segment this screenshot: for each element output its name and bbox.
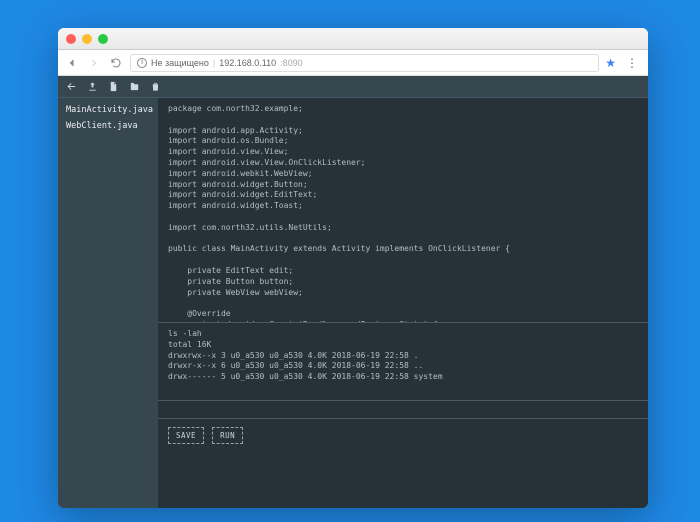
- right-column: package com.north32.example; import andr…: [158, 76, 648, 508]
- macos-titlebar: [58, 28, 648, 50]
- command-input[interactable]: [158, 401, 648, 418]
- minimize-window-button[interactable]: [82, 34, 92, 44]
- back-icon[interactable]: [66, 81, 77, 92]
- info-icon: i: [137, 58, 147, 68]
- editor-toolbar-spacer: [158, 76, 648, 98]
- close-window-button[interactable]: [66, 34, 76, 44]
- command-input-row: [158, 401, 648, 419]
- browser-toolbar: i Не защищено | 192.168.0.110:8090 ★ ⋮: [58, 50, 648, 76]
- action-buttons: SAVE RUN: [158, 419, 648, 508]
- maximize-window-button[interactable]: [98, 34, 108, 44]
- url-port: :8090: [280, 58, 303, 68]
- new-file-icon[interactable]: [108, 81, 119, 92]
- app-content: MainActivity.java WebClient.java package…: [58, 76, 648, 508]
- left-column: MainActivity.java WebClient.java: [58, 76, 158, 508]
- security-label: Не защищено: [151, 58, 209, 68]
- back-button[interactable]: [64, 55, 80, 71]
- file-item-webclient[interactable]: WebClient.java: [58, 118, 158, 134]
- browser-menu-icon[interactable]: ⋮: [622, 56, 642, 70]
- file-item-mainactivity[interactable]: MainActivity.java: [58, 102, 158, 118]
- terminal-output: ls -lah total 16K drwxrwx--x 3 u0_a530 u…: [158, 323, 648, 401]
- browser-window: i Не защищено | 192.168.0.110:8090 ★ ⋮ M…: [58, 28, 648, 508]
- bookmark-star-icon[interactable]: ★: [605, 56, 616, 70]
- save-button[interactable]: SAVE: [168, 427, 204, 444]
- traffic-lights: [66, 34, 108, 44]
- reload-button[interactable]: [108, 55, 124, 71]
- upload-icon[interactable]: [87, 81, 98, 92]
- forward-button[interactable]: [86, 55, 102, 71]
- address-bar[interactable]: i Не защищено | 192.168.0.110:8090: [130, 54, 599, 72]
- run-button[interactable]: RUN: [212, 427, 243, 444]
- app-toolbar: [58, 76, 158, 98]
- code-editor[interactable]: package com.north32.example; import andr…: [158, 98, 648, 323]
- file-list: MainActivity.java WebClient.java: [58, 98, 158, 508]
- url-host: 192.168.0.110: [219, 58, 276, 68]
- new-folder-icon[interactable]: [129, 81, 140, 92]
